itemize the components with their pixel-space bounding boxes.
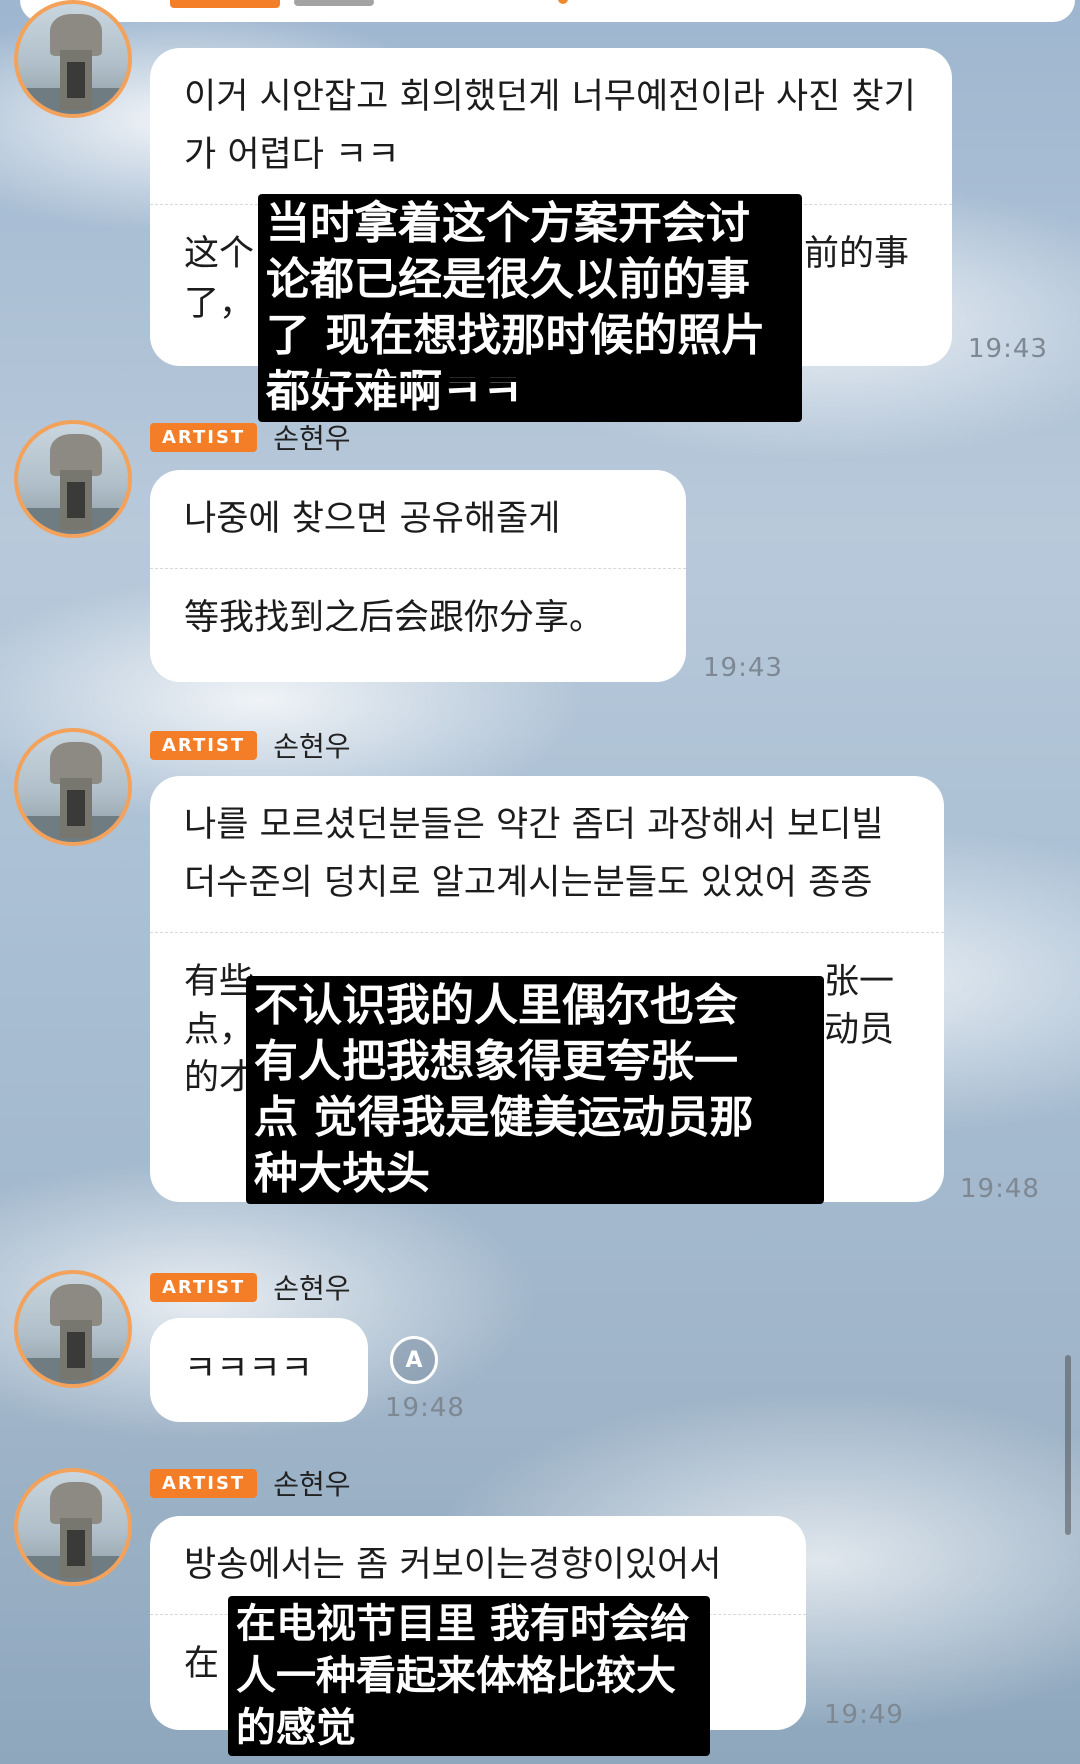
sender-row: ARTIST 손현우	[150, 417, 350, 457]
subtitle-overlay: 不认识我的人里偶尔也会 有人把我想象得更夸张一 点 觉得我是健美运动员那 种大块…	[246, 976, 824, 1204]
avatar[interactable]	[14, 1270, 132, 1388]
sender-row: ARTIST 손현우	[150, 1267, 350, 1307]
message-timestamp: 19:48	[960, 1174, 1040, 1204]
translation-fragment: 的才	[184, 1058, 255, 1098]
message-timestamp: 19:49	[824, 1700, 904, 1730]
avatar-tower-window	[67, 1332, 85, 1368]
message-korean-text: ㅋㅋㅋㅋ	[184, 1349, 313, 1389]
sender-name[interactable]: 손현우	[273, 725, 350, 765]
artist-badge: ARTIST	[150, 1272, 258, 1302]
artist-badge-partial	[170, 0, 280, 8]
avatar[interactable]	[14, 0, 132, 118]
sender-row: ARTIST 손현우	[150, 1463, 350, 1503]
avatar-tower-window	[67, 1530, 85, 1566]
sender-name-partial	[294, 0, 374, 6]
avatar-tower-window	[67, 482, 85, 518]
artist-badge: ARTIST	[150, 1468, 258, 1498]
sender-name[interactable]: 손현우	[273, 1463, 350, 1503]
message-korean-text: 이거 시안잡고 회의했던게 너무예전이라 사진 찾기가 어렵다 ㅋㅋ	[184, 77, 916, 175]
notification-dot	[558, 0, 568, 4]
avatar-tower-window	[67, 790, 85, 826]
previous-message-edge	[20, 0, 1075, 22]
sender-name[interactable]: 손현우	[273, 1267, 350, 1307]
translation-divider	[150, 568, 686, 569]
avatar[interactable]	[14, 728, 132, 846]
message-korean-text: 나중에 찾으면 공유해줄게	[184, 499, 561, 539]
subtitle-overlay: 在电视节目里 我有时会给 人一种看起来体格比较大 的感觉	[228, 1596, 710, 1756]
message-timestamp: 19:43	[703, 653, 783, 683]
scrollbar[interactable]	[1065, 1355, 1071, 1535]
translation-fragment: 动员	[824, 1010, 895, 1050]
message-translation-text: 等我找到之后会跟你分享。	[184, 598, 605, 638]
avatar[interactable]	[14, 1468, 132, 1586]
sender-name[interactable]: 손현우	[273, 417, 350, 457]
sender-row: ARTIST 손현우	[150, 725, 350, 765]
avatar[interactable]	[14, 420, 132, 538]
avatar-tower-window	[67, 62, 85, 98]
message-korean-text: 나를 모르셨던분들은 약간 좀더 과장해서 보디빌더수준의 덩치로 알고계시는분…	[184, 805, 884, 903]
message-timestamp: 19:43	[968, 334, 1048, 364]
translation-fragment: 了，	[184, 284, 255, 324]
artist-badge: ARTIST	[150, 730, 258, 760]
message-bubble[interactable]: ㅋㅋㅋㅋ	[150, 1318, 368, 1422]
subtitle-overlay: 当时拿着这个方案开会讨 论都已经是很久以前的事 了 现在想找那时候的照片 都好难…	[258, 194, 802, 422]
translate-icon[interactable]: A	[390, 1336, 438, 1384]
message-timestamp: 19:48	[385, 1393, 465, 1423]
subtitle-overlay-tail	[258, 378, 802, 382]
message-bubble[interactable]: 나중에 찾으면 공유해줄게 等我找到之后会跟你分享。	[150, 470, 686, 682]
translation-divider	[150, 932, 944, 933]
artist-badge: ARTIST	[150, 422, 258, 452]
translation-fragment: 前的事	[804, 234, 910, 274]
message-korean-text: 방송에서는 좀 커보이는경향이있어서	[184, 1545, 722, 1585]
